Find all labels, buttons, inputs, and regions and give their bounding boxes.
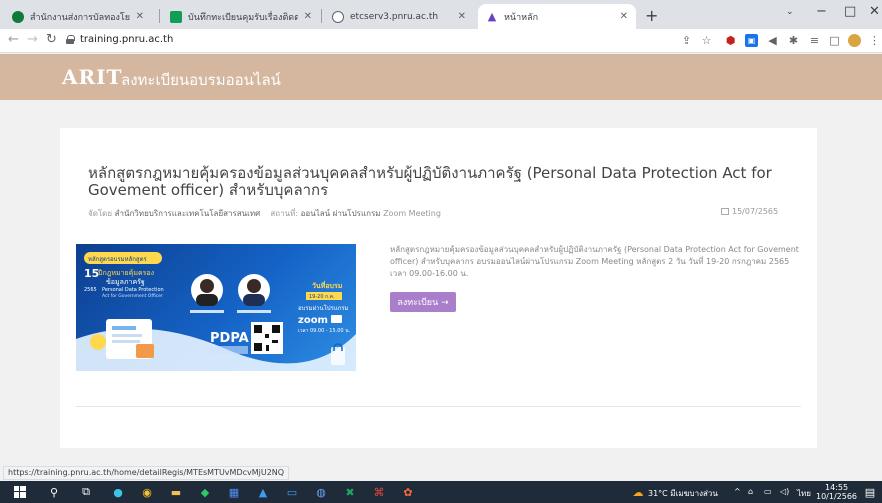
register-button[interactable]: ลงทะเบียน → (390, 292, 456, 312)
weather-text[interactable]: 31°C มีเมฆบางส่วน (648, 487, 718, 500)
browser-tab-active[interactable]: ▲ หน้าหลัก ✕ (478, 4, 636, 29)
app-favicon-icon: ▲ (487, 10, 497, 23)
speaker-icon[interactable]: ◀ (766, 34, 779, 47)
banner-time-label: เวลา 09.00 - 15.00 น. (298, 328, 351, 334)
organizer: สำนักวิทยบริการและเทคโนโลยีสารสนเทศ (114, 209, 261, 218)
file-explorer-icon[interactable]: ▬ (168, 484, 184, 500)
store-icon[interactable]: ▲ (255, 484, 271, 500)
course-description: หลักสูตรกฎหมายคุ้มครองข้อมูลส่วนบุคคลสำห… (390, 245, 799, 278)
site-title[interactable]: ลงทะเบียนอบรมออนไลน์ (121, 68, 281, 92)
web-page: ARIT ลงทะเบียนอบรมออนไลน์ หลักสูตรกฎหมาย… (0, 54, 882, 461)
browser-tab-strip: สำนักงานส่งการบัลทองโยนายนะ ✕ บันทึกทะเบ… (0, 0, 882, 29)
close-tab-icon[interactable]: ✕ (304, 11, 312, 22)
tab-search-icon[interactable]: ⌄ (786, 7, 794, 17)
calendar-app-icon[interactable]: ▦ (226, 484, 242, 500)
close-tab-icon[interactable]: ✕ (458, 11, 466, 22)
maximize-button[interactable]: □ (844, 4, 856, 19)
notification-icon[interactable]: ▤ (862, 484, 878, 500)
banner-pdpa: PDPA (210, 331, 249, 346)
browser-tab[interactable]: สำนักงานส่งการบัลทองโยนายนะ ✕ (4, 4, 152, 29)
address-bar[interactable]: training.pnru.ac.th (80, 34, 173, 45)
bookmark-star-icon[interactable]: ☆ (700, 34, 713, 47)
banner-line1: ปีกฎหมายคุ้มครอง (98, 269, 154, 277)
sheets-favicon-icon (170, 10, 182, 23)
location-tool: Zoom Meeting (383, 209, 441, 218)
browser-tab[interactable]: บันทึกทะเบียนคุมรับเรื่องติดตอส ปีเ ✕ (162, 4, 320, 29)
calendar-icon (721, 208, 729, 215)
edge-icon[interactable]: ● (110, 484, 126, 500)
course-meta: จัดโดย สำนักวิทยบริการและเทคโนโลยีสารสนเ… (88, 209, 441, 218)
close-tab-icon[interactable]: ✕ (620, 11, 628, 22)
volume-icon[interactable]: ◁) (780, 487, 789, 496)
system-clock[interactable]: 14:55 10/1/2566 (816, 483, 857, 501)
minimize-button[interactable]: − (816, 4, 827, 19)
profile-avatar-icon[interactable] (848, 34, 861, 47)
browser-tab[interactable]: etcserv3.pnru.ac.th ✕ (324, 4, 474, 29)
close-window-button[interactable]: ✕ (869, 4, 880, 19)
task-view-icon[interactable]: ⧉ (78, 484, 94, 500)
course-card: หลักสูตรกฎหมายคุ้มครองข้อมูลส่วนบุคคลสำห… (60, 128, 817, 448)
side-panel-icon[interactable]: □ (828, 34, 841, 47)
banner-graphic: หลักสูตรอบรมหลักสูตร 15 ปีกฎหมายคุ้มครอง… (76, 252, 356, 371)
app-icon[interactable]: ✿ (400, 484, 416, 500)
site-header: ARIT ลงทะเบียนอบรมออนไลน์ (0, 54, 882, 100)
status-bar-url: https://training.pnru.ac.th/home/detailR… (3, 466, 290, 480)
extensions-puzzle-icon[interactable]: ✱ (787, 34, 800, 47)
close-tab-icon[interactable]: ✕ (136, 11, 144, 22)
tray-chevron-icon[interactable]: ^ (734, 487, 741, 496)
banner-line3: Personal Data Protection (102, 287, 164, 293)
banner-top-label: หลักสูตรอบรมหลักสูตร (88, 256, 147, 263)
share-icon[interactable]: ⇪ (680, 34, 693, 47)
location: ออนไลน์ ผ่านโปรแกรม (300, 209, 381, 218)
pdf-icon[interactable]: ⌘ (371, 484, 387, 500)
excel-icon[interactable]: ✖ (342, 484, 358, 500)
banner-year: 2565 (84, 287, 97, 293)
banner-schedule-title: วันที่อบรม (312, 280, 343, 290)
search-icon[interactable]: ⚲ (46, 484, 62, 500)
course-banner-image[interactable]: หลักสูตรอบรมหลักสูตร 15 ปีกฎหมายคุ้มครอง… (76, 244, 356, 371)
chrome-icon[interactable]: ◉ (139, 484, 155, 500)
globe-favicon-icon (332, 10, 344, 23)
mail-icon[interactable]: ▭ (284, 484, 300, 500)
lock-icon[interactable] (66, 35, 75, 44)
shield-extension-icon[interactable]: ⬢ (724, 34, 737, 47)
extension-icon[interactable]: ▣ (745, 34, 758, 47)
reload-icon[interactable]: ↻ (46, 32, 57, 47)
line-icon[interactable]: ◆ (197, 484, 213, 500)
banner-zoom-label: zoom (298, 315, 328, 326)
language-indicator[interactable]: ไทย (797, 487, 811, 500)
divider (76, 406, 801, 407)
forward-arrow-icon[interactable]: → (27, 32, 38, 47)
weather-icon[interactable]: ☁ (630, 484, 646, 500)
back-arrow-icon[interactable]: ← (8, 32, 19, 47)
banner-schedule-dates: 19-20 ก.ค. (309, 294, 335, 300)
course-date: 15/07/2565 (721, 207, 778, 216)
banner-online-label: อบรมผ่านโปรแกรม (298, 304, 349, 312)
network-icon[interactable]: ⌂ (748, 487, 753, 496)
menu-dots-icon[interactable]: ⋮ (868, 34, 881, 47)
banner-line2: ข้อมูลภาครัฐ (106, 278, 145, 286)
reading-list-icon[interactable]: ≡ (808, 34, 821, 47)
new-tab-button[interactable]: + (645, 6, 658, 25)
browser-toolbar: ← → ↻ training.pnru.ac.th ⇪ ☆ ⬢ ▣ ◀ ✱ ≡ … (0, 29, 882, 53)
course-title[interactable]: หลักสูตรกฎหมายคุ้มครองข้อมูลส่วนบุคคลสำห… (88, 165, 788, 199)
windows-taskbar: ⚲ ⧉ ● ◉ ▬ ◆ ▦ ▲ ▭ ◍ ✖ ⌘ ✿ ☁ 31°C มีเมฆบา… (0, 481, 882, 503)
battery-icon[interactable]: ▭ (764, 487, 772, 496)
site-logo[interactable]: ARIT (62, 65, 122, 89)
windows-start-icon[interactable] (12, 484, 28, 500)
globe-app-icon[interactable]: ◍ (313, 484, 329, 500)
site-favicon-icon (12, 10, 24, 23)
banner-line4: Act for Government Officer (102, 293, 163, 299)
